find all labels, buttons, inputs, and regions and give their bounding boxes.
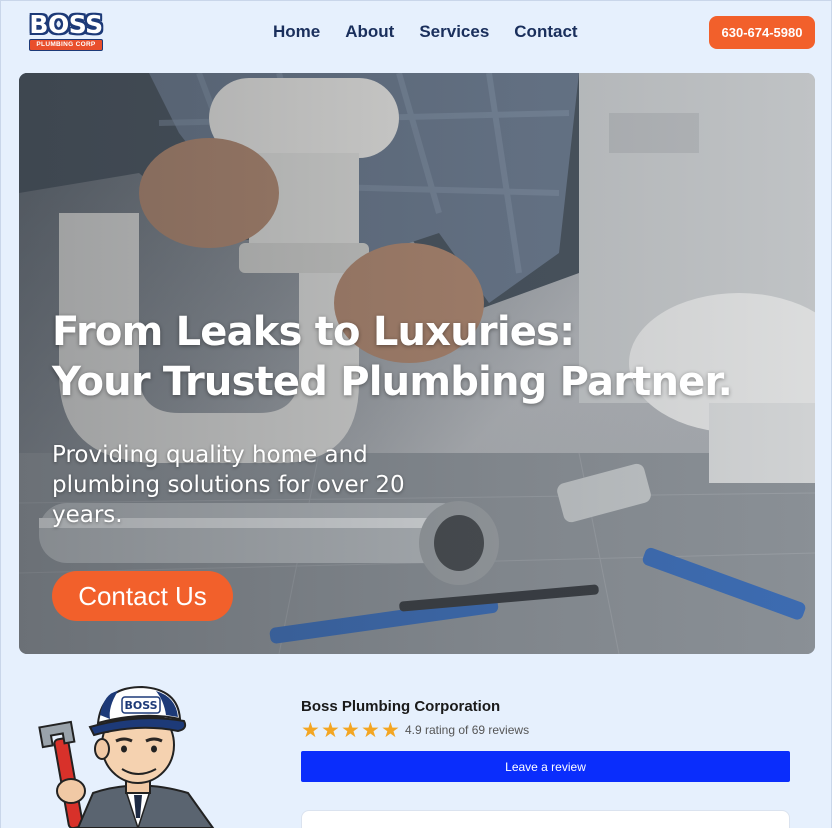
business-name: Boss Plumbing Corporation — [301, 698, 501, 715]
logo-wordmark: BOSS — [29, 10, 103, 39]
hero-title: From Leaks to Luxuries: Your Trusted Plu… — [52, 307, 772, 407]
hero-subtitle: Providing quality home and plumbing solu… — [52, 442, 405, 528]
star-icon: ★ — [381, 718, 400, 742]
cap-logo-text: BOSS — [124, 699, 157, 712]
review-widget: Boss Plumbing Corporation ★ ★ ★ ★ ★ 4.9 … — [301, 698, 790, 782]
phone-button[interactable]: 630-674-5980 — [709, 16, 815, 49]
star-icon: ★ — [321, 718, 340, 742]
rating-row: ★ ★ ★ ★ ★ 4.9 rating of 69 reviews — [301, 719, 790, 741]
plumber-mascot-illustration: BOSS — [38, 683, 238, 828]
star-icon: ★ — [361, 718, 380, 742]
hero-title-line-2: Your Trusted Plumbing Partner. — [52, 359, 733, 405]
site-header: BOSS PLUMBING CORP Home About Services C… — [0, 0, 832, 66]
contact-us-button[interactable]: Contact Us — [52, 571, 233, 621]
nav-services[interactable]: Services — [419, 22, 489, 42]
nav-about[interactable]: About — [345, 22, 394, 42]
star-rating: ★ ★ ★ ★ ★ — [301, 718, 400, 742]
nav-home[interactable]: Home — [273, 22, 320, 42]
rating-text: 4.9 rating of 69 reviews — [405, 723, 530, 737]
boss-logo[interactable]: BOSS PLUMBING CORP — [28, 12, 104, 54]
hero-section: From Leaks to Luxuries: Your Trusted Plu… — [19, 73, 815, 654]
nav-contact[interactable]: Contact — [514, 22, 577, 42]
main-nav: Home About Services Contact — [273, 22, 603, 42]
hero-title-line-1: From Leaks to Luxuries: — [52, 309, 575, 355]
review-card — [301, 810, 790, 828]
star-icon: ★ — [341, 718, 360, 742]
star-icon: ★ — [301, 718, 320, 742]
leave-review-button[interactable]: Leave a review — [301, 751, 790, 782]
logo-tagline: PLUMBING CORP — [29, 39, 103, 51]
